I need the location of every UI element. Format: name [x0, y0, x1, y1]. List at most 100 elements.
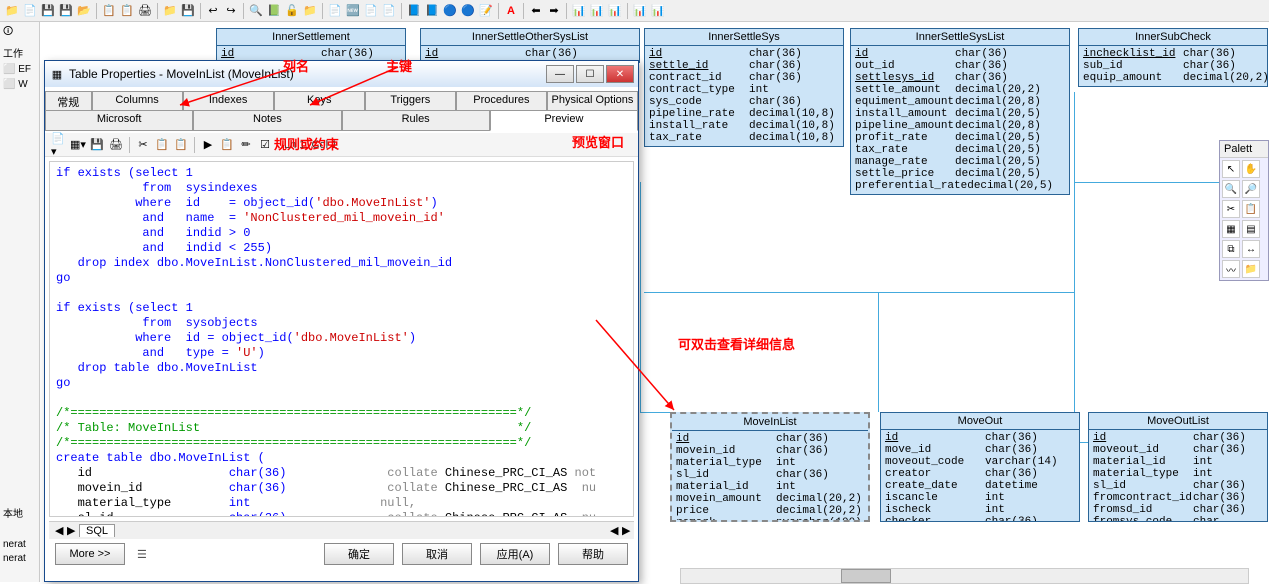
tb-icon[interactable]: 📁 — [302, 3, 318, 19]
tb-icon[interactable]: 📝 — [478, 3, 494, 19]
more-button[interactable]: More >> — [55, 543, 125, 565]
tb-icon[interactable]: 📊 — [650, 3, 666, 19]
palette-pointer-icon[interactable]: ↖ — [1222, 160, 1240, 178]
tb-icon[interactable]: 📄 — [327, 3, 343, 19]
erd-table-innersubcheck[interactable]: InnerSubCheck inchecklist_idchar(36)sub_… — [1078, 28, 1268, 87]
help-button[interactable]: 帮助 — [558, 543, 628, 565]
tab-notes[interactable]: Notes — [193, 111, 341, 131]
erd-table-innersettlesys[interactable]: InnerSettleSys idchar(36)settle_idchar(3… — [644, 28, 844, 147]
copy-icon[interactable]: 📋 — [154, 137, 170, 153]
tb-icon[interactable]: 📄 — [22, 3, 38, 19]
tb-icon[interactable]: 📘 — [424, 3, 440, 19]
side-item[interactable]: 本地 — [0, 503, 26, 522]
ed-icon[interactable]: ▶ — [200, 137, 216, 153]
dialog-tabs-row2: Microsoft Notes Rules Preview — [45, 111, 638, 131]
tab-keys[interactable]: Keys — [274, 91, 365, 110]
tab-preview[interactable]: Preview — [490, 111, 638, 131]
palette-zoomin-icon[interactable]: 🔍 — [1222, 180, 1240, 198]
tb-icon[interactable]: 💾 — [180, 3, 196, 19]
palette-link-icon[interactable]: ↔ — [1242, 240, 1260, 258]
horizontal-scrollbar[interactable] — [680, 568, 1249, 584]
palette-table-icon[interactable]: ▦ — [1222, 220, 1240, 238]
tb-icon[interactable]: 📊 — [589, 3, 605, 19]
tb-icon[interactable]: 📋 — [119, 3, 135, 19]
palette-prop-icon[interactable]: 📋 — [1242, 200, 1260, 218]
tb-icon[interactable]: ⬅ — [528, 3, 544, 19]
tb-icon[interactable]: 📗 — [266, 3, 282, 19]
paste-icon[interactable]: 📋 — [173, 137, 189, 153]
apply-button[interactable]: 应用(A) — [480, 543, 550, 565]
tb-icon[interactable]: 📄 — [363, 3, 379, 19]
tab-physical[interactable]: Physical Options — [547, 91, 638, 110]
cut-icon[interactable]: ✂ — [135, 137, 151, 153]
palette-rel-icon[interactable]: ⧉ — [1222, 240, 1240, 258]
tb-icon[interactable]: 📄 — [381, 3, 397, 19]
tab-triggers[interactable]: Triggers — [365, 91, 456, 110]
erd-table-innersettleothersyslist[interactable]: InnerSettleOtherSysList idchar(36) — [420, 28, 640, 63]
ed-icon[interactable]: ✏ — [238, 137, 254, 153]
tb-icon[interactable]: 📘 — [406, 3, 422, 19]
tab-indexes[interactable]: Indexes — [183, 91, 274, 110]
palette-table2-icon[interactable]: ▤ — [1242, 220, 1260, 238]
tb-icon[interactable]: ↩ — [205, 3, 221, 19]
side-item[interactable]: ⬜ W — [0, 77, 39, 92]
dialog-titlebar[interactable]: ▦ Table Properties - MoveInList (MoveInL… — [45, 61, 638, 87]
tb-icon[interactable]: 🔍 — [248, 3, 264, 19]
tb-icon[interactable]: A — [503, 3, 519, 19]
tb-icon[interactable]: 🔓 — [284, 3, 300, 19]
tb-icon[interactable]: 🔵 — [460, 3, 476, 19]
ed-icon[interactable]: ☑ — [257, 137, 273, 153]
code-tab-sql[interactable]: SQL — [79, 524, 115, 537]
tb-icon[interactable]: 📁 — [162, 3, 178, 19]
tab-rules[interactable]: Rules — [342, 111, 490, 131]
erd-table-moveout[interactable]: MoveOut idchar(36)move_idchar(36)moveout… — [880, 412, 1080, 522]
tab-procedures[interactable]: Procedures — [456, 91, 547, 110]
tb-icon[interactable]: 💾 — [40, 3, 56, 19]
tb-icon[interactable]: 🖨 — [137, 3, 153, 19]
close-button[interactable]: ✕ — [606, 65, 634, 83]
tb-icon[interactable]: ➡ — [546, 3, 562, 19]
palette-fd-icon[interactable]: 📁 — [1242, 260, 1260, 278]
erd-title: MoveOut — [881, 413, 1079, 430]
minimize-button[interactable]: — — [546, 65, 574, 83]
tb-icon[interactable]: 💾 — [58, 3, 74, 19]
tb-icon[interactable]: 🆕 — [345, 3, 361, 19]
palette-zoomout-icon[interactable]: 🔎 — [1242, 180, 1260, 198]
tb-icon[interactable]: 📂 — [76, 3, 92, 19]
tb-icon[interactable]: 📁 — [4, 3, 20, 19]
ed-icon[interactable]: ▦▾ — [70, 137, 86, 153]
code-bottom-tabs: ◀ ▶ SQL ◀ ▶ — [49, 521, 634, 539]
table-properties-dialog: ▦ Table Properties - MoveInList (MoveInL… — [44, 60, 639, 582]
tab-general[interactable]: 常规 — [45, 91, 92, 110]
erd-title: MoveOutList — [1089, 413, 1267, 430]
palette-line-icon[interactable]: 〰 — [1222, 260, 1240, 278]
cancel-button[interactable]: 取消 — [402, 543, 472, 565]
erd-table-moveinlist[interactable]: MoveInList idchar(36)movein_idchar(36)ma… — [670, 412, 870, 522]
side-item[interactable]: 🛈 — [0, 22, 39, 43]
erd-table-innersettlesyslist[interactable]: InnerSettleSysList idchar(36)out_idchar(… — [850, 28, 1070, 195]
tb-icon[interactable]: 📊 — [607, 3, 623, 19]
ed-icon[interactable]: 🖨 — [108, 137, 124, 153]
side-item: nerat — [0, 551, 29, 566]
sql-preview-area[interactable]: if exists (select 1 from sysindexes wher… — [49, 161, 634, 517]
tab-columns[interactable]: Columns — [92, 91, 183, 110]
ed-icon[interactable]: 📋 — [219, 137, 235, 153]
equal-icon[interactable]: ☰ — [137, 548, 147, 561]
tb-icon[interactable]: 📊 — [571, 3, 587, 19]
ed-icon[interactable]: 📄▾ — [51, 137, 67, 153]
erd-table-innersettlement[interactable]: InnerSettlement idchar(36) — [216, 28, 406, 63]
palette-hand-icon[interactable]: ✋ — [1242, 160, 1260, 178]
tb-icon[interactable]: ↪ — [223, 3, 239, 19]
side-item[interactable]: 工作 — [0, 43, 39, 62]
erd-title: InnerSettleSys — [645, 29, 843, 46]
ok-button[interactable]: 确定 — [324, 543, 394, 565]
tab-microsoft[interactable]: Microsoft — [45, 111, 193, 131]
maximize-button[interactable]: ☐ — [576, 65, 604, 83]
tb-icon[interactable]: 📋 — [101, 3, 117, 19]
erd-table-moveoutlist[interactable]: MoveOutList idchar(36)moveout_idchar(36)… — [1088, 412, 1268, 522]
ed-icon[interactable]: 💾 — [89, 137, 105, 153]
side-item[interactable]: ⬜ EF — [0, 62, 39, 77]
palette-cut-icon[interactable]: ✂ — [1222, 200, 1240, 218]
tb-icon[interactable]: 📊 — [632, 3, 648, 19]
tb-icon[interactable]: 🔵 — [442, 3, 458, 19]
